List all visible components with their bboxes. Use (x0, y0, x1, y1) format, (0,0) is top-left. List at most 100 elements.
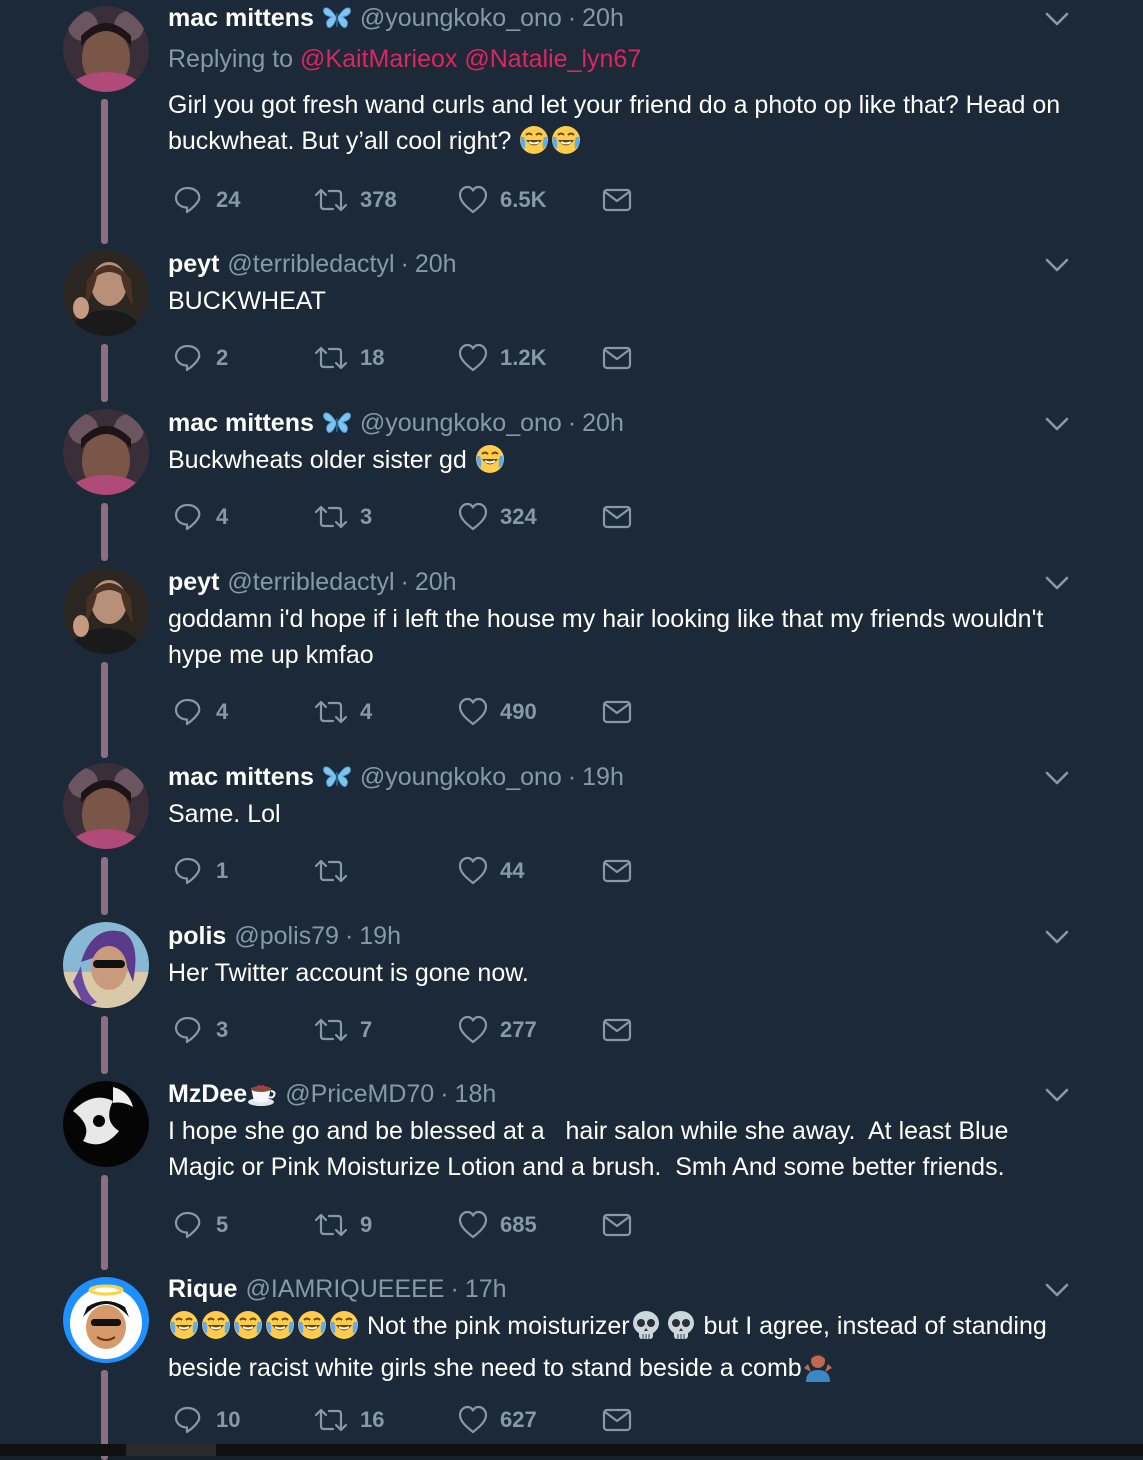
display-name[interactable]: peyt (168, 250, 219, 279)
chevron-down-icon[interactable] (1044, 6, 1070, 32)
like-button[interactable]: 627 (458, 1402, 537, 1438)
display-name[interactable]: peyt (168, 568, 219, 597)
avatar[interactable] (63, 6, 149, 92)
reply-button[interactable]: 4 (172, 694, 228, 730)
reply-button[interactable]: 3 (172, 1012, 228, 1048)
separator: · (450, 1274, 459, 1303)
retweet-button[interactable]: 18 (314, 340, 384, 376)
direct-message-button[interactable] (602, 499, 632, 535)
tweet-body: Buckwheats older sister gd (168, 446, 467, 474)
avatar[interactable] (63, 763, 149, 849)
retweet-button[interactable]: 3 (314, 499, 372, 535)
retweet-icon (314, 1209, 348, 1241)
like-icon (458, 856, 488, 886)
direct-message-icon (602, 1015, 632, 1045)
tweet-text: Girl you got fresh wand curls and let yo… (168, 87, 1068, 165)
coffee-cup-icon (247, 1080, 277, 1108)
reply-button[interactable]: 2 (172, 340, 228, 376)
display-name[interactable]: polis (168, 922, 226, 951)
reply-button[interactable]: 1 (172, 853, 228, 889)
avatar[interactable] (63, 1081, 149, 1167)
chevron-down-icon[interactable] (1044, 411, 1070, 437)
direct-message-button[interactable] (602, 853, 632, 889)
tweet-header: polis @polis79 · 19h (168, 918, 401, 954)
like-button[interactable]: 490 (458, 694, 537, 730)
mention-link[interactable]: @KaitMarieox (300, 45, 457, 73)
chevron-down-icon[interactable] (1044, 1277, 1070, 1303)
like-button[interactable]: 685 (458, 1207, 537, 1243)
avatar[interactable] (63, 409, 149, 495)
user-handle[interactable]: @youngkoko_ono (360, 4, 562, 33)
direct-message-button[interactable] (602, 1207, 632, 1243)
thread-line (101, 99, 108, 244)
like-button[interactable]: 277 (458, 1012, 537, 1048)
direct-message-button[interactable] (602, 340, 632, 376)
like-button[interactable]: 324 (458, 499, 537, 535)
chevron-down-icon[interactable] (1044, 924, 1070, 950)
tweet-header: Rique @IAMRIQUEEEE · 17h (168, 1271, 507, 1307)
retweet-button[interactable]: 9 (314, 1207, 372, 1243)
joy-emoji-icon (265, 1310, 295, 1350)
chevron-down-icon[interactable] (1044, 570, 1070, 596)
timestamp[interactable]: 20h (415, 250, 457, 279)
scrollbar-thumb[interactable] (126, 1444, 216, 1456)
display-name[interactable]: mac mittens (168, 409, 314, 438)
retweet-button[interactable] (314, 853, 360, 889)
mention-link[interactable]: @Natalie_lyn67 (464, 45, 641, 73)
user-handle[interactable]: @youngkoko_ono (360, 763, 562, 792)
retweet-button[interactable]: 16 (314, 1402, 384, 1438)
avatar[interactable] (63, 922, 149, 1008)
timestamp[interactable]: 20h (415, 568, 457, 597)
timestamp[interactable]: 20h (582, 409, 624, 438)
reply-button[interactable]: 10 (172, 1402, 240, 1438)
user-handle[interactable]: @IAMRIQUEEEE (245, 1275, 444, 1304)
tweet-body-part: Not the pink moisturizer (360, 1312, 630, 1340)
horizontal-scrollbar[interactable] (0, 1444, 1143, 1456)
user-handle[interactable]: @terribledactyl (227, 250, 394, 279)
direct-message-button[interactable] (602, 1012, 632, 1048)
like-button[interactable]: 1.2K (458, 340, 546, 376)
chevron-down-icon[interactable] (1044, 765, 1070, 791)
timestamp[interactable]: 18h (455, 1080, 497, 1109)
user-handle[interactable]: @youngkoko_ono (360, 409, 562, 438)
avatar[interactable] (63, 568, 149, 654)
display-name[interactable]: Rique (168, 1275, 237, 1304)
like-icon (458, 697, 488, 727)
user-handle[interactable]: @PriceMD70 (285, 1080, 434, 1109)
reply-button[interactable]: 5 (172, 1207, 228, 1243)
user-handle[interactable]: @terribledactyl (227, 568, 394, 597)
display-name[interactable]: mac mittens (168, 4, 314, 33)
reply-icon (172, 1014, 204, 1046)
avatar[interactable] (63, 1277, 149, 1363)
timestamp[interactable]: 19h (359, 922, 401, 951)
retweet-count: 18 (360, 345, 385, 370)
display-name[interactable]: MzDee (168, 1080, 247, 1109)
avatar[interactable] (63, 250, 149, 336)
timestamp[interactable]: 20h (582, 4, 624, 33)
tweet-text: Her Twitter account is gone now. (168, 955, 1068, 991)
tweet-text: Same. Lol (168, 796, 1068, 832)
avatar-photo (63, 922, 149, 1008)
direct-message-button[interactable] (602, 1402, 632, 1438)
retweet-button[interactable]: 4 (314, 694, 372, 730)
direct-message-button[interactable] (602, 182, 632, 218)
retweet-icon (314, 1404, 348, 1436)
chevron-down-icon[interactable] (1044, 1082, 1070, 1108)
separator: · (440, 1079, 449, 1108)
like-button[interactable]: 6.5K (458, 182, 546, 218)
timestamp[interactable]: 19h (582, 763, 624, 792)
retweet-icon (314, 855, 348, 887)
timestamp[interactable]: 17h (465, 1275, 507, 1304)
reply-count: 1 (216, 858, 229, 883)
chevron-down-icon[interactable] (1044, 252, 1070, 278)
joy-emoji-icon (474, 444, 505, 484)
reply-button[interactable]: 4 (172, 499, 228, 535)
display-name[interactable]: mac mittens (168, 763, 314, 792)
joy-emoji-icon (551, 125, 582, 165)
like-button[interactable]: 44 (458, 853, 524, 889)
user-handle[interactable]: @polis79 (234, 922, 339, 951)
direct-message-button[interactable] (602, 694, 632, 730)
retweet-button[interactable]: 378 (314, 182, 397, 218)
retweet-button[interactable]: 7 (314, 1012, 372, 1048)
reply-button[interactable]: 24 (172, 182, 240, 218)
